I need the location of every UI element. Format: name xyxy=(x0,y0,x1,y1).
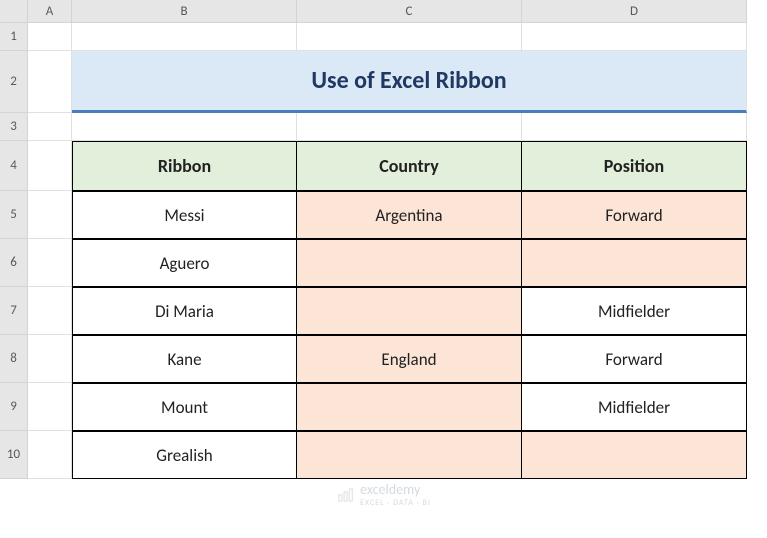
table-row[interactable]: Argentina xyxy=(297,191,522,239)
col-header-D[interactable]: D xyxy=(522,0,747,23)
col-header-A[interactable]: A xyxy=(28,0,72,23)
row-header-7[interactable]: 7 xyxy=(0,287,28,335)
select-all-corner[interactable] xyxy=(0,0,28,23)
chart-icon xyxy=(336,486,354,504)
cell-A2[interactable] xyxy=(28,51,72,113)
table-row[interactable]: England xyxy=(297,335,522,383)
col-header-B[interactable]: B xyxy=(72,0,297,23)
row-header-2[interactable]: 2 xyxy=(0,51,28,113)
row-header-4[interactable]: 4 xyxy=(0,141,28,191)
cell-A6[interactable] xyxy=(28,239,72,287)
cell-C3[interactable] xyxy=(297,113,522,141)
table-row[interactable] xyxy=(522,431,747,479)
table-row[interactable]: Forward xyxy=(522,191,747,239)
table-row[interactable]: Grealish xyxy=(72,431,297,479)
table-row[interactable] xyxy=(297,431,522,479)
row-header-3[interactable]: 3 xyxy=(0,113,28,141)
table-row[interactable]: Aguero xyxy=(72,239,297,287)
row-header-9[interactable]: 9 xyxy=(0,383,28,431)
cell-C1[interactable] xyxy=(297,23,522,51)
cell-A3[interactable] xyxy=(28,113,72,141)
cell-A9[interactable] xyxy=(28,383,72,431)
row-header-5[interactable]: 5 xyxy=(0,191,28,239)
watermark-brand: exceldemy xyxy=(360,481,420,498)
cell-D3[interactable] xyxy=(522,113,747,141)
table-header-position[interactable]: Position xyxy=(522,141,747,191)
table-row[interactable]: Di Maria xyxy=(72,287,297,335)
row-header-1[interactable]: 1 xyxy=(0,23,28,51)
cell-A5[interactable] xyxy=(28,191,72,239)
table-row[interactable] xyxy=(522,239,747,287)
row-header-6[interactable]: 6 xyxy=(0,239,28,287)
cell-A10[interactable] xyxy=(28,431,72,479)
row-header-10[interactable]: 10 xyxy=(0,431,28,479)
table-row[interactable]: Forward xyxy=(522,335,747,383)
table-row[interactable]: Mount xyxy=(72,383,297,431)
table-row[interactable] xyxy=(297,383,522,431)
table-header-country[interactable]: Country xyxy=(297,141,522,191)
table-row[interactable]: Midfielder xyxy=(522,383,747,431)
table-header-ribbon[interactable]: Ribbon xyxy=(72,141,297,191)
col-header-C[interactable]: C xyxy=(297,0,522,23)
cell-A4[interactable] xyxy=(28,141,72,191)
title-cell[interactable]: Use of Excel Ribbon xyxy=(72,51,747,113)
table-row[interactable] xyxy=(297,239,522,287)
table-row[interactable]: Kane xyxy=(72,335,297,383)
watermark: exceldemy EXCEL · DATA · BI xyxy=(336,481,431,508)
table-row[interactable] xyxy=(297,287,522,335)
table-row[interactable]: Messi xyxy=(72,191,297,239)
cell-A8[interactable] xyxy=(28,335,72,383)
spreadsheet-grid: A B C D 1 2 Use of Excel Ribbon 3 4 Ribb… xyxy=(0,0,767,479)
table-row[interactable]: Midfielder xyxy=(522,287,747,335)
cell-A7[interactable] xyxy=(28,287,72,335)
watermark-tag: EXCEL · DATA · BI xyxy=(360,498,431,508)
cell-B3[interactable] xyxy=(72,113,297,141)
cell-D1[interactable] xyxy=(522,23,747,51)
cell-B1[interactable] xyxy=(72,23,297,51)
cell-A1[interactable] xyxy=(28,23,72,51)
row-header-8[interactable]: 8 xyxy=(0,335,28,383)
